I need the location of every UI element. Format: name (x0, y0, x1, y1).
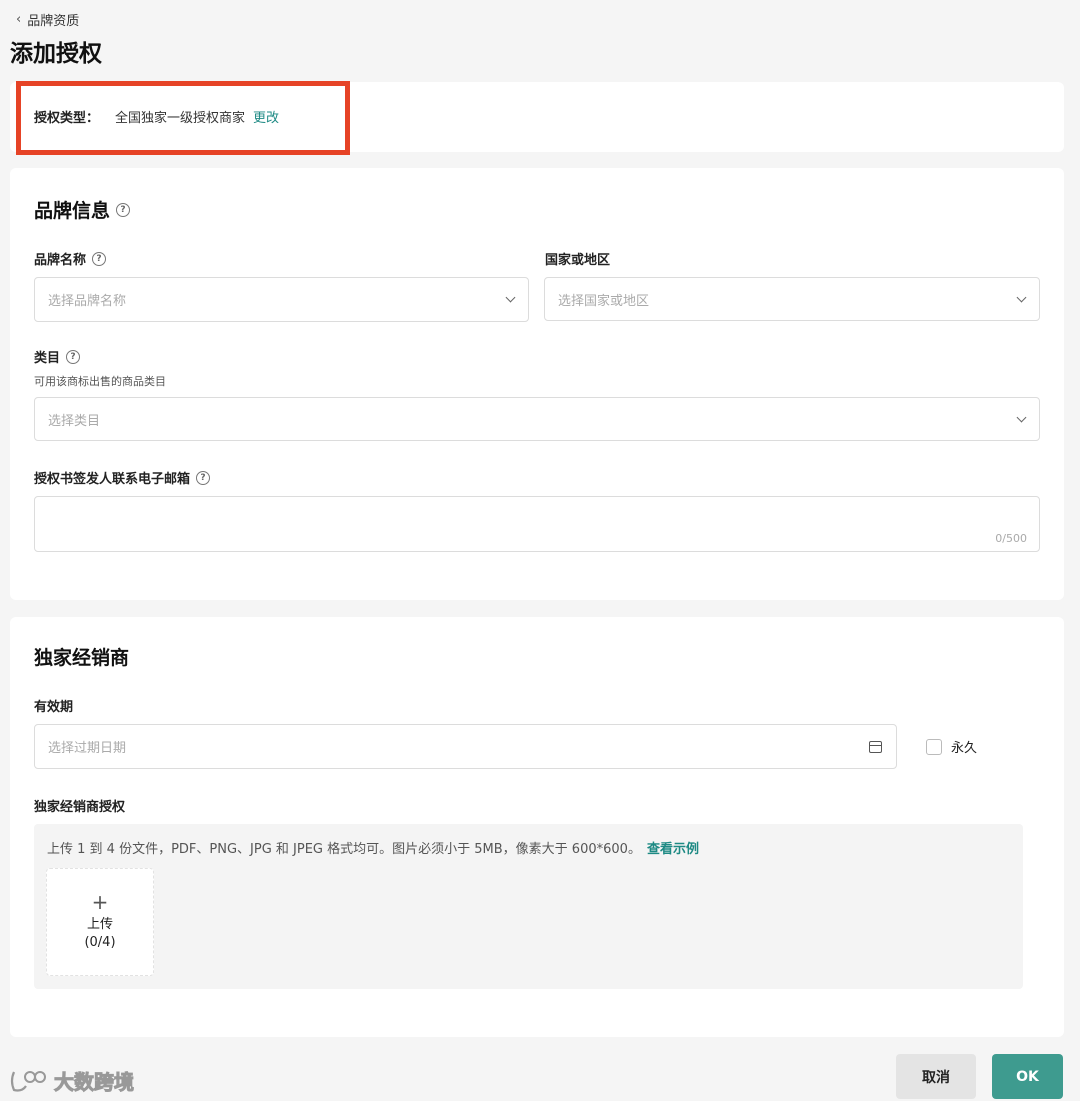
validity-label: 有效期 (34, 696, 73, 715)
country-select[interactable]: 选择国家或地区 (544, 277, 1040, 321)
help-icon[interactable]: ? (66, 349, 81, 364)
expiry-date-placeholder: 选择过期日期 (48, 741, 127, 756)
permanent-label: 永久 (951, 741, 978, 756)
ok-button[interactable]: OK (992, 1054, 1063, 1099)
char-counter: 0/500 (995, 532, 1027, 545)
upload-button[interactable]: + 上传 (0/4) (46, 868, 154, 976)
cancel-button[interactable]: 取消 (896, 1054, 976, 1099)
brand-info-title: 品牌信息 ? (34, 196, 131, 223)
watermark-logo-icon (10, 1070, 46, 1092)
category-placeholder: 选择类目 (48, 413, 101, 429)
auth-type-label: 授权类型： (34, 111, 100, 126)
brand-name-label-text: 品牌名称 (34, 253, 87, 268)
category-label: 类目 ? (34, 347, 81, 366)
watermark-text: 大数跨境 (54, 1070, 135, 1095)
brand-info-title-text: 品牌信息 (34, 200, 111, 222)
change-auth-link[interactable]: 更改 (253, 107, 279, 126)
auth-docs-label-text: 独家经销商授权 (34, 800, 126, 815)
upload-count: (0/4) (84, 935, 116, 950)
upload-area: 上传 1 到 4 份文件，PDF、PNG、JPG 和 JPEG 格式均可。图片必… (34, 824, 1023, 989)
help-icon[interactable]: ? (196, 470, 211, 485)
validity-label-text: 有效期 (34, 700, 74, 715)
help-icon[interactable]: ? (116, 202, 131, 217)
checkbox-box[interactable] (926, 738, 942, 755)
category-sub: 可用该商标出售的商品类目 (34, 375, 166, 388)
calendar-icon (869, 740, 882, 753)
email-textarea[interactable]: 0/500 (34, 496, 1040, 552)
chevron-down-icon (505, 292, 516, 303)
brand-name-select[interactable]: 选择品牌名称 (34, 277, 529, 322)
country-label-text: 国家或地区 (545, 253, 611, 268)
country-placeholder: 选择国家或地区 (558, 293, 650, 309)
upload-hint-text: 上传 1 到 4 份文件，PDF、PNG、JPG 和 JPEG 格式均可。图片必… (47, 842, 641, 857)
chevron-down-icon (1016, 292, 1027, 302)
upload-label: 上传 (86, 917, 113, 932)
chevron-down-icon (1016, 412, 1027, 422)
brand-name-label: 品牌名称 ? (34, 249, 107, 268)
country-label: 国家或地区 (545, 249, 610, 268)
auth-docs-label: 独家经销商授权 (34, 796, 125, 815)
back-link-label: 品牌资质 (27, 14, 80, 29)
back-link[interactable]: ‹ 品牌资质 (16, 10, 79, 29)
category-label-text: 类目 (34, 351, 61, 366)
email-label-text: 授权书签发人联系电子邮箱 (34, 472, 191, 487)
upload-hint: 上传 1 到 4 份文件，PDF、PNG、JPG 和 JPEG 格式均可。图片必… (47, 838, 699, 857)
auth-type-row: 授权类型： 全国独家一级授权商家 更改 (34, 107, 279, 126)
chevron-left-icon: ‹ (16, 12, 22, 27)
category-select[interactable]: 选择类目 (34, 397, 1040, 441)
distributor-card: 独家经销商 有效期 选择过期日期 永久 独家经销商授权 上传 1 到 4 份文件… (10, 617, 1064, 1037)
watermark: 大数跨境 (8, 1066, 135, 1095)
auth-type-card: 授权类型： 全国独家一级授权商家 更改 (10, 82, 1064, 152)
permanent-checkbox[interactable]: 永久 (926, 737, 977, 756)
brand-info-card: 品牌信息 ? 品牌名称 ? 选择品牌名称 国家或地区 选择国家或地区 类目 ? … (10, 168, 1064, 600)
auth-type-value: 全国独家一级授权商家 (115, 111, 246, 126)
distributor-title-text: 独家经销商 (34, 647, 130, 669)
email-label: 授权书签发人联系电子邮箱 ? (34, 468, 211, 487)
view-example-link[interactable]: 查看示例 (647, 842, 699, 857)
distributor-title: 独家经销商 (34, 643, 129, 670)
brand-name-placeholder: 选择品牌名称 (48, 294, 127, 309)
help-icon[interactable]: ? (92, 251, 107, 266)
page-title: 添加授权 (10, 41, 102, 67)
plus-icon: + (91, 890, 109, 914)
expiry-date-picker[interactable]: 选择过期日期 (34, 724, 897, 769)
